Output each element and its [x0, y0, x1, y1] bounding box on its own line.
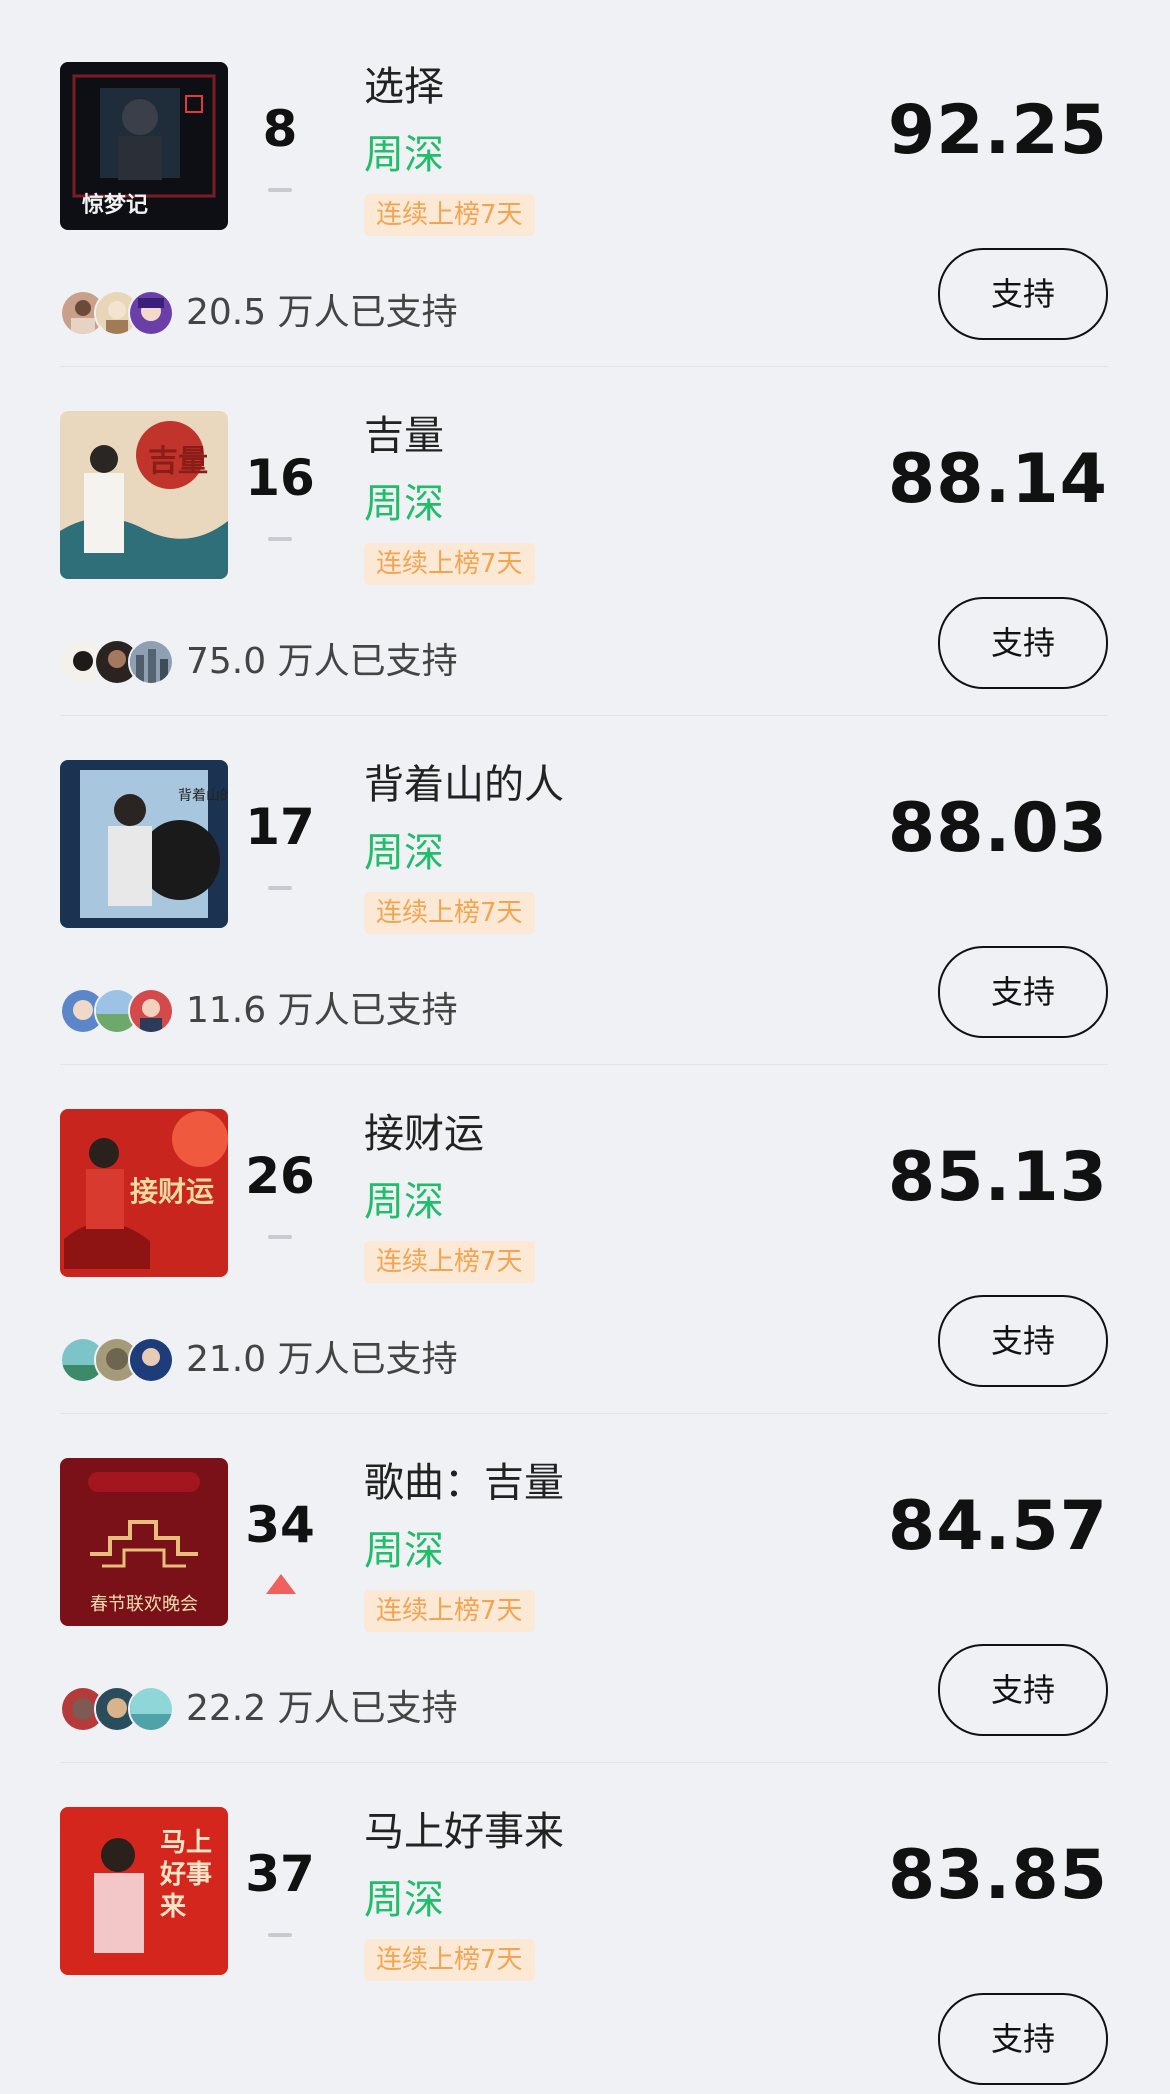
- artist-name[interactable]: 周深: [364, 477, 444, 531]
- trend-up-icon: [266, 1574, 296, 1594]
- list-item[interactable]: 马上 好事 来 37 马上好事来 周深 连续上榜7天 83.85 支持: [0, 1745, 1170, 2094]
- avatar: [128, 988, 174, 1034]
- song-title[interactable]: 选择: [364, 60, 444, 114]
- score-value: 92.25: [887, 91, 1108, 170]
- artist-name[interactable]: 周深: [364, 128, 444, 182]
- list-item[interactable]: 吉量 16 吉量 周深 连续上榜7天 88.14 75.0 万人已支持 支持: [0, 349, 1170, 716]
- support-button[interactable]: 支持: [938, 1993, 1108, 2085]
- cover-title: 背着山的人: [178, 788, 228, 804]
- streak-badge: 连续上榜7天: [364, 1241, 535, 1283]
- score-value: 88.03: [887, 789, 1108, 868]
- song-title[interactable]: 接财运: [364, 1107, 484, 1161]
- supporter-count: 21.0 万人已支持: [186, 1339, 458, 1380]
- supporter-count: 20.5 万人已支持: [186, 292, 458, 333]
- avatar: [128, 1686, 174, 1732]
- chart-list: 惊梦记 8 选择 周深 连续上榜7天 92.25 20.5 万人已支持 支持 吉…: [0, 0, 1170, 2085]
- list-item[interactable]: 背着山的人 17 背着山的人 周深 连续上榜7天 88.03 11.6 万人已支…: [0, 698, 1170, 1065]
- album-cover[interactable]: 背着山的人: [60, 760, 228, 928]
- trend-flat-icon: [268, 1933, 292, 1937]
- album-cover[interactable]: 接财运: [60, 1109, 228, 1277]
- supporter-avatars: [60, 988, 176, 1034]
- supporter-avatars: [60, 290, 176, 336]
- song-title[interactable]: 吉量: [364, 409, 444, 463]
- supporter-count: 11.6 万人已支持: [186, 990, 458, 1031]
- cover-title: 吉量: [148, 444, 208, 479]
- supporter-avatars: [60, 1686, 176, 1732]
- supporter-avatars: [60, 1337, 176, 1383]
- rank-number: 26: [245, 1147, 315, 1205]
- artist-name[interactable]: 周深: [364, 1524, 444, 1578]
- avatar: [128, 1337, 174, 1383]
- streak-badge: 连续上榜7天: [364, 1590, 535, 1632]
- rank-number: 34: [245, 1496, 315, 1554]
- support-button[interactable]: 支持: [938, 1295, 1108, 1387]
- score-value: 88.14: [887, 440, 1108, 519]
- score-value: 83.85: [887, 1836, 1108, 1915]
- support-button[interactable]: 支持: [938, 946, 1108, 1038]
- artist-name[interactable]: 周深: [364, 1175, 444, 1229]
- rank-number: 37: [245, 1845, 315, 1903]
- score-value: 84.57: [887, 1487, 1108, 1566]
- svg-text:来: 来: [160, 1892, 187, 1922]
- cover-title: 接财运: [130, 1175, 214, 1208]
- artist-name[interactable]: 周深: [364, 826, 444, 880]
- list-item[interactable]: 接财运 26 接财运 周深 连续上榜7天 85.13 21.0 万人已支持 支持: [0, 1047, 1170, 1414]
- supporter-count: 22.2 万人已支持: [186, 1688, 458, 1729]
- trend-flat-icon: [268, 188, 292, 192]
- avatar: [128, 639, 174, 685]
- song-title[interactable]: 马上好事来: [364, 1805, 564, 1859]
- support-button[interactable]: 支持: [938, 1644, 1108, 1736]
- supporter-count: 75.0 万人已支持: [186, 641, 458, 682]
- album-cover[interactable]: 惊梦记: [60, 62, 228, 230]
- list-item[interactable]: 惊梦记 8 选择 周深 连续上榜7天 92.25 20.5 万人已支持 支持: [0, 0, 1170, 367]
- album-cover[interactable]: 吉量: [60, 411, 228, 579]
- supporter-avatars: [60, 639, 176, 685]
- score-value: 85.13: [887, 1138, 1108, 1217]
- album-cover[interactable]: 春节联欢晚会: [60, 1458, 228, 1626]
- trend-flat-icon: [268, 537, 292, 541]
- streak-badge: 连续上榜7天: [364, 1939, 535, 1981]
- cover-title: 春节联欢晚会: [90, 1594, 198, 1615]
- svg-text:马上: 马上: [160, 1828, 212, 1858]
- song-title[interactable]: 歌曲：吉量: [364, 1456, 564, 1510]
- cover-title: 惊梦记: [82, 192, 148, 218]
- avatar: [128, 290, 174, 336]
- rank-number: 17: [245, 798, 315, 856]
- list-item[interactable]: 春节联欢晚会 34 歌曲：吉量 周深 连续上榜7天 84.57 22.2 万人已…: [0, 1396, 1170, 1763]
- rank-number: 16: [245, 449, 315, 507]
- artist-name[interactable]: 周深: [364, 1873, 444, 1927]
- trend-flat-icon: [268, 886, 292, 890]
- support-button[interactable]: 支持: [938, 597, 1108, 689]
- streak-badge: 连续上榜7天: [364, 194, 535, 236]
- streak-badge: 连续上榜7天: [364, 543, 535, 585]
- trend-flat-icon: [268, 1235, 292, 1239]
- streak-badge: 连续上榜7天: [364, 892, 535, 934]
- support-button[interactable]: 支持: [938, 248, 1108, 340]
- rank-number: 8: [262, 100, 298, 158]
- song-title[interactable]: 背着山的人: [364, 758, 564, 812]
- album-cover[interactable]: 马上 好事 来: [60, 1807, 228, 1975]
- svg-text:好事: 好事: [159, 1860, 212, 1890]
